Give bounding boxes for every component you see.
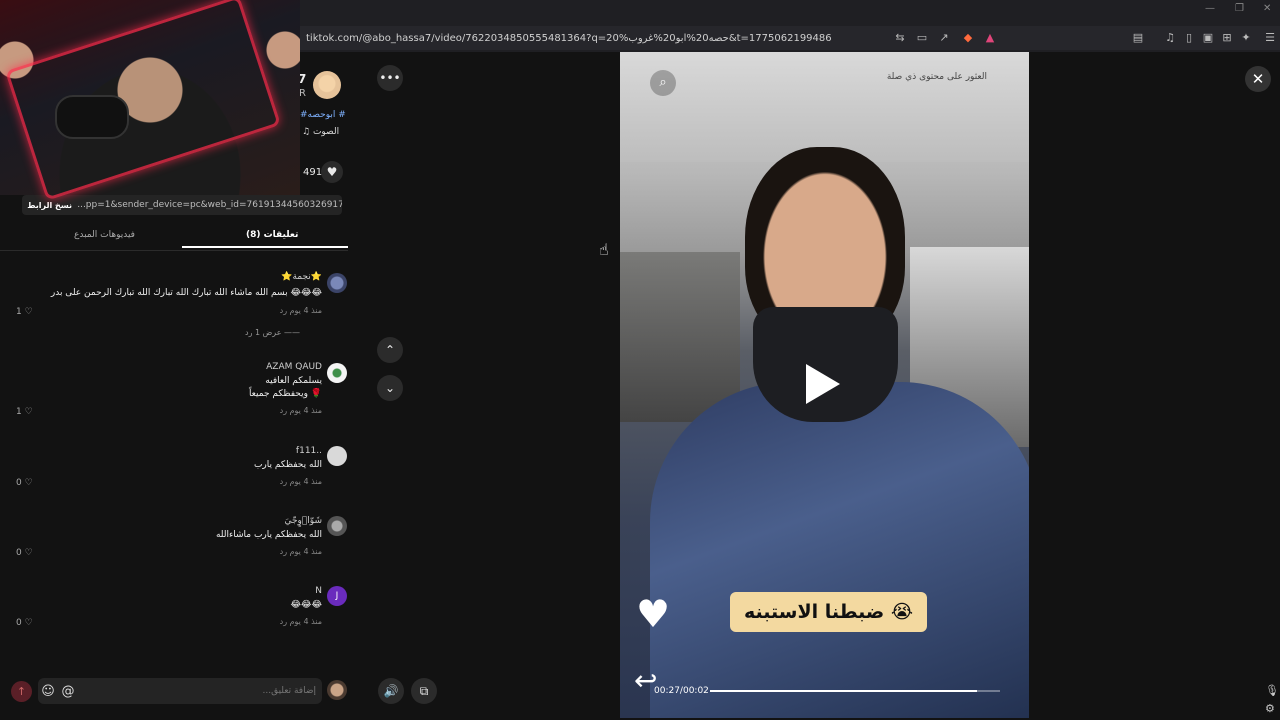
copy-link-button[interactable]: نسخ الرابط [22, 201, 77, 210]
search-icon[interactable]: ⌕ [650, 70, 676, 96]
volume-icon[interactable]: 🔊 [378, 678, 404, 704]
commenter-avatar[interactable] [327, 446, 347, 466]
commenter-name[interactable]: AZAM QAUD [266, 362, 322, 372]
address-bar[interactable]: tiktok.com/@abo_hassa7/video/76220348505… [300, 26, 1280, 50]
author-subtitle: R [299, 88, 306, 99]
author-avatar[interactable] [313, 71, 341, 99]
commenter-avatar[interactable]: J [327, 586, 347, 606]
video-frame-person-body [650, 382, 1029, 718]
url-text[interactable]: tiktok.com/@abo_hassa7/video/76220348505… [306, 33, 832, 44]
brave-shield-icon[interactable]: ◆ [960, 30, 976, 46]
picture-in-picture-icon[interactable]: ⧉ [411, 678, 437, 704]
commenter-name[interactable]: N [315, 586, 322, 596]
comment-text: 😂😂😂 [290, 600, 322, 610]
mouse-cursor-icon: ☝ [599, 240, 609, 259]
tab-comments[interactable]: تعليقات (8) [246, 230, 298, 240]
extension-icon[interactable]: ⊞ [1219, 30, 1235, 46]
sidebar-toggle-icon[interactable]: ▤ [1130, 30, 1146, 46]
share-link-row: نسخ الرابط ...pp=1&sender_device=pc&web_… [22, 195, 342, 215]
reader-icon[interactable]: ▯ [1181, 30, 1197, 46]
music-icon[interactable]: ♫ [1162, 30, 1178, 46]
comment-like-button[interactable]: 1 ♡ [16, 407, 33, 417]
play-icon[interactable] [806, 364, 840, 404]
comment-like-button[interactable]: 1 ♡ [16, 307, 33, 317]
tab-creator-videos[interactable]: فيديوهات المبدع [74, 230, 135, 240]
commenter-name[interactable]: f111.. [296, 446, 322, 456]
active-tab-indicator [182, 246, 348, 248]
video-progress-bar[interactable] [710, 690, 1000, 692]
comment-meta[interactable]: منذ 4 يوم رد [280, 617, 322, 626]
rewards-icon[interactable]: ▲ [982, 30, 998, 46]
commenter-avatar[interactable] [327, 363, 347, 383]
related-search-hint[interactable]: العثور على محتوى ذي صلة [887, 72, 987, 82]
user-avatar[interactable] [327, 680, 347, 700]
webcam-overlay [0, 0, 300, 201]
commenter-name[interactable]: ⭐نجمة⭐ [281, 272, 322, 282]
video-heart-icon: ♥ [636, 592, 671, 636]
commenter-name[interactable]: شَوّاۤوٍجّيَ [284, 516, 322, 526]
send-arrow-icon[interactable]: ↑ [11, 681, 32, 702]
video-progress-fill [710, 690, 977, 692]
video-player[interactable]: ⌕ العثور على محتوى ذي صلة ♥ ضبطنا الاستب… [620, 52, 1029, 718]
cast-icon[interactable]: ▭ [914, 30, 930, 46]
menu-icon[interactable]: ☰ [1262, 30, 1278, 46]
share-icon[interactable]: ↗ [936, 30, 952, 46]
share-link-text[interactable]: ...pp=1&sender_device=pc&web_id=76191344… [77, 200, 342, 210]
minimize-icon[interactable]: — [1205, 3, 1215, 14]
comment-text: الله يحفظكم يارب ماشاءالله [215, 530, 322, 540]
chevron-down-icon[interactable]: ⌄ [377, 375, 403, 401]
mention-icon[interactable]: @ [58, 684, 78, 699]
comment-input[interactable] [78, 685, 322, 697]
close-icon[interactable]: ✕ [1245, 66, 1271, 92]
restore-icon[interactable]: ❐ [1235, 3, 1244, 14]
comment-meta[interactable]: منذ 4 يوم رد [280, 306, 322, 315]
video-time: 00:27/00:02 [654, 686, 709, 696]
microphone-icon[interactable]: 🎙 [1265, 684, 1279, 697]
comment-text: يسلمكم العافيه [265, 376, 322, 386]
emoji-icon[interactable]: ☺ [38, 684, 58, 699]
heart-icon[interactable]: ♥ [321, 161, 343, 183]
more-options-icon[interactable]: ••• [377, 65, 403, 91]
wallet-icon[interactable]: ▣ [1200, 30, 1216, 46]
comment-like-button[interactable]: 0 ♡ [16, 548, 33, 558]
video-frame-window-left [620, 252, 740, 422]
comment-meta[interactable]: منذ 4 يوم رد [280, 406, 322, 415]
view-replies-link[interactable]: عرض 1 رد —— [245, 328, 300, 337]
commenter-avatar[interactable] [327, 273, 347, 293]
video-caption: ضبطنا الاستبنه 😭 [730, 592, 928, 632]
comment-text-line2: ويحفظكم جميعاً 🌹 [248, 389, 322, 399]
microphone-image [55, 95, 129, 139]
hashtag-link[interactable]: #ابوحصه # [300, 110, 346, 120]
vpn-icon[interactable] [1244, 30, 1260, 46]
comment-like-button[interactable]: 0 ♡ [16, 618, 33, 628]
comment-text: الله يحفظكم يارب [253, 460, 322, 470]
comment-meta[interactable]: منذ 4 يوم رد [280, 547, 322, 556]
comment-meta[interactable]: منذ 4 يوم رد [280, 477, 322, 486]
comment-input-bar: ☺ @ [38, 678, 322, 704]
close-window-icon[interactable]: ✕ [1263, 3, 1271, 14]
like-count: 491 [303, 167, 323, 178]
sound-link[interactable]: ♫ الصوت [302, 127, 339, 137]
settings-icon[interactable]: ⚙ [1265, 702, 1275, 715]
comment-like-button[interactable]: 0 ♡ [16, 478, 33, 488]
comment-text: بسم الله ماشاء الله تبارك الله تبارك الل… [50, 288, 322, 298]
translate-icon[interactable]: ⇆ [892, 30, 908, 46]
neon-light-decoration [5, 0, 281, 201]
commenter-avatar[interactable] [327, 516, 347, 536]
video-frame-car-roof [620, 52, 1029, 162]
chevron-up-icon[interactable]: ⌃ [377, 337, 403, 363]
